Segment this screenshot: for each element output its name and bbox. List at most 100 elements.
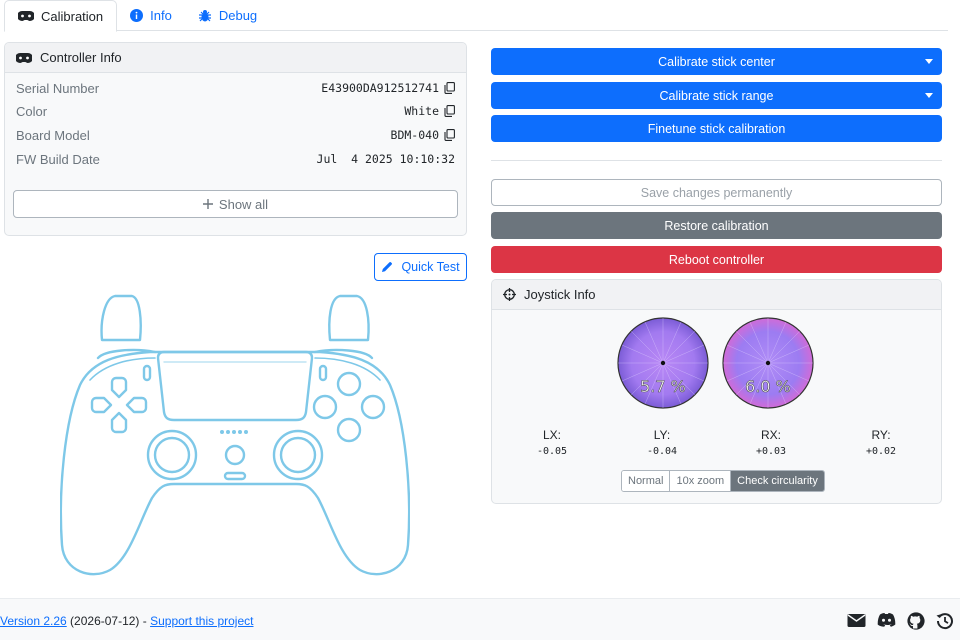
dpad-right (125, 396, 148, 414)
info-value: BDM-040 (390, 128, 439, 142)
discord-icon[interactable] (877, 612, 896, 628)
info-row-serial: Serial Number E43900DA912512741 (16, 78, 455, 98)
divider (491, 160, 942, 161)
quick-test-label: Quick Test (401, 260, 460, 274)
axis-label: RY: (871, 428, 891, 442)
calibrate-center-button[interactable]: Calibrate stick center (491, 48, 942, 75)
button-label: Calibrate stick range (659, 88, 774, 103)
triangle-button (336, 371, 362, 397)
cross-button (336, 417, 362, 443)
button-label: Restore calibration (664, 218, 769, 233)
footer-text: Version 2.26 (2026-07-12) - Support this… (0, 614, 253, 628)
plus-icon (202, 199, 213, 209)
square-button (312, 394, 338, 420)
copy-icon[interactable] (444, 82, 455, 94)
version-date: (2026-07-12) - (66, 614, 151, 628)
axis-ly: LY: -0.04 (632, 428, 692, 457)
mode-zoom-button[interactable]: 10x zoom (670, 471, 732, 491)
info-label: Board Model (16, 127, 90, 143)
history-icon[interactable] (936, 612, 954, 630)
copy-icon[interactable] (444, 129, 455, 141)
right-circularity-text: 6.0 % (745, 377, 791, 396)
footer: Version 2.26 (2026-07-12) - Support this… (0, 598, 960, 640)
card-title: Controller Info (40, 50, 122, 65)
show-all-label: Show all (218, 196, 269, 212)
button-label: Save changes permanently (640, 185, 793, 200)
axis-value: -0.04 (646, 446, 678, 457)
display-mode-group: Normal 10x zoom Check circularity (621, 470, 825, 492)
axis-label: LY: (653, 428, 671, 442)
show-all-button[interactable]: Show all (13, 190, 458, 218)
stick-circularity-plots: 5.7 % 6.0 % (617, 317, 814, 409)
tab-label: Debug (218, 8, 258, 23)
axis-value: +0.03 (755, 446, 787, 457)
options-button (318, 364, 328, 382)
quick-test-button[interactable]: Quick Test (374, 253, 467, 281)
pencil-icon (382, 262, 393, 272)
button-label: Calibrate stick center (658, 54, 775, 69)
info-label: Color (16, 103, 48, 119)
card-title: Joystick Info (524, 287, 596, 302)
tab-bar: Calibration Info Debug (4, 0, 948, 32)
axis-label: RX: (760, 428, 781, 442)
mute-button (223, 471, 247, 481)
dpad-left (90, 396, 113, 414)
axis-value: -0.05 (536, 446, 568, 457)
info-row-board-model: Board Model BDM-040 (16, 125, 455, 145)
mode-circularity-button[interactable]: Check circularity (731, 471, 824, 491)
tab-calibration[interactable]: Calibration (4, 0, 118, 32)
card-header: Controller Info (5, 43, 466, 73)
card-header: Joystick Info (492, 280, 941, 310)
left-stick-plot: 5.7 % (617, 317, 709, 409)
gamepad-icon (16, 52, 32, 63)
create-button (142, 364, 152, 382)
button-label: Finetune stick calibration (647, 121, 786, 136)
dpad-up (110, 376, 128, 399)
circle-button (360, 394, 386, 420)
copy-icon[interactable] (444, 105, 455, 117)
finetune-button[interactable]: Finetune stick calibration (491, 115, 942, 142)
save-changes-button[interactable]: Save changes permanently (491, 179, 942, 206)
light-bar (220, 430, 248, 434)
info-row-color: Color White (16, 101, 455, 121)
right-stick (279, 436, 317, 474)
tab-debug[interactable]: Debug (185, 0, 270, 31)
calibrate-range-button[interactable]: Calibrate stick range (491, 82, 942, 109)
button-label: Reboot controller (668, 252, 765, 267)
envelope-icon[interactable] (847, 612, 866, 628)
info-label: FW Build Date (16, 151, 100, 167)
r2-trigger (328, 294, 370, 342)
axis-lx: LX: -0.05 (522, 428, 582, 457)
reboot-controller-button[interactable]: Reboot controller (491, 246, 942, 273)
mode-normal-button[interactable]: Normal (622, 471, 671, 491)
dpad-down (110, 411, 128, 434)
crosshair-icon (503, 288, 516, 301)
axis-rx: RX: +0.03 (741, 428, 801, 457)
left-circularity-text: 5.7 % (640, 377, 686, 396)
controller-info-card: Controller Info Serial Number E43900DA91… (4, 42, 467, 236)
caret-down-icon[interactable] (925, 93, 933, 98)
bug-icon (198, 9, 211, 21)
support-link[interactable]: Support this project (150, 614, 253, 628)
info-value: E43900DA912512741 (321, 81, 439, 95)
left-stick (153, 436, 191, 474)
info-label: Serial Number (16, 80, 100, 96)
version-link[interactable]: Version 2.26 (0, 614, 67, 628)
info-value: Jul 4 2025 10:10:32 (316, 152, 455, 166)
info-circle-icon (130, 9, 144, 22)
info-value: White (404, 104, 439, 118)
axis-value: +0.02 (865, 446, 897, 457)
tab-label: Calibration (41, 8, 104, 24)
tab-info[interactable]: Info (117, 0, 185, 31)
caret-down-icon[interactable] (925, 59, 933, 64)
tab-label: Info (150, 8, 172, 23)
info-row-fw-build-date: FW Build Date Jul 4 2025 10:10:32 (16, 149, 455, 169)
github-icon[interactable] (907, 612, 925, 630)
controller-illustration (60, 294, 410, 576)
l2-trigger (100, 294, 142, 342)
axis-label: LX: (542, 428, 561, 442)
ps-button (224, 444, 246, 466)
footer-icons (847, 612, 954, 630)
axis-ry: RY: +0.02 (851, 428, 911, 457)
restore-calibration-button[interactable]: Restore calibration (491, 212, 942, 239)
